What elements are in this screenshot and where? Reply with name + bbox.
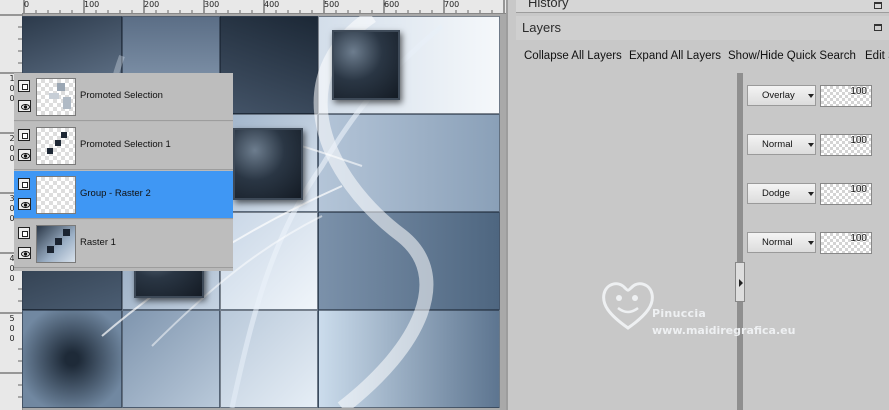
layer-row[interactable]: Promoted Selection — [14, 73, 233, 121]
blend-mode-value: Dodge — [762, 188, 790, 199]
layer-group-icon[interactable] — [18, 178, 30, 190]
layer-row[interactable]: Raster 1 — [14, 220, 233, 268]
opacity-value: 100 — [850, 135, 867, 146]
history-panel-header[interactable]: History — [516, 0, 889, 13]
ruler-ticks — [23, 0, 505, 13]
sparkle-square — [332, 30, 400, 100]
history-title: History — [528, 0, 569, 10]
layer-name: Promoted Selection — [80, 90, 163, 101]
layers-toolbar: Collapse All Layers Expand All Layers Sh… — [516, 44, 889, 68]
opacity-value: 100 — [850, 86, 867, 97]
layer-thumbnail — [36, 176, 76, 214]
layer-thumbnail-art — [49, 83, 71, 109]
layer-thumbnail-art — [47, 132, 67, 154]
layer-thumbnail-art — [47, 229, 70, 253]
canvas-tile — [220, 212, 318, 310]
layer-group-icon[interactable] — [18, 227, 30, 239]
blend-mode-value: Normal — [762, 139, 793, 150]
layer-name: Group - Raster 2 — [80, 188, 151, 199]
canvas-tile — [220, 16, 318, 114]
opacity-field[interactable]: 100 — [820, 232, 872, 254]
dropdown-arrow-icon — [808, 143, 814, 147]
edit-selection-button[interactable]: Edit S — [865, 50, 889, 62]
layers-panel-header[interactable]: Layers — [516, 16, 889, 40]
blend-mode-dropdown[interactable]: Overlay — [747, 85, 816, 106]
visibility-eye-icon[interactable] — [18, 247, 31, 259]
opacity-field[interactable]: 100 — [820, 183, 872, 205]
layer-name: Raster 1 — [80, 237, 116, 248]
canvas-tile — [122, 310, 220, 408]
sparkle-square — [233, 128, 303, 200]
collapse-all-layers-button[interactable]: Collapse All Layers — [524, 50, 622, 62]
blend-mode-value: Normal — [762, 237, 793, 248]
canvas-tile — [318, 310, 500, 408]
canvas-tile — [22, 310, 122, 408]
maximize-icon[interactable] — [874, 2, 882, 9]
layer-properties-row: Overlay 100 — [745, 73, 889, 121]
layer-row[interactable]: Promoted Selection 1 — [14, 122, 233, 170]
horizontal-ruler: 0 100 200 300 400 500 600 700 — [22, 0, 506, 14]
visibility-eye-icon[interactable] — [18, 100, 31, 112]
blend-mode-dropdown[interactable]: Dodge — [747, 183, 816, 204]
layer-properties-row: Normal 100 — [745, 220, 889, 268]
canvas-tile — [318, 212, 500, 310]
canvas-tile — [318, 114, 500, 212]
watermark: Pinuccia www.maidiregrafica.eu — [598, 276, 828, 346]
visibility-eye-icon[interactable] — [18, 198, 31, 210]
layer-row-selected[interactable]: Group - Raster 2 — [14, 171, 233, 219]
blend-mode-dropdown[interactable]: Normal — [747, 134, 816, 155]
quick-search-toggle-button[interactable]: Show/Hide Quick Search — [728, 50, 856, 62]
layer-list: Promoted Selection Promoted Selection 1 … — [14, 73, 233, 271]
expand-all-layers-button[interactable]: Expand All Layers — [629, 50, 721, 62]
visibility-eye-icon[interactable] — [18, 149, 31, 161]
watermark-name: Pinuccia — [652, 307, 707, 320]
watermark-url: www.maidiregrafica.eu — [652, 324, 796, 337]
layer-name: Promoted Selection 1 — [80, 139, 171, 150]
blend-mode-value: Overlay — [762, 90, 795, 101]
layer-properties-row: Normal 100 — [745, 122, 889, 170]
layer-group-icon[interactable] — [18, 80, 30, 92]
opacity-field[interactable]: 100 — [820, 134, 872, 156]
panel-splitter[interactable] — [737, 73, 743, 410]
layer-properties-row: Dodge 100 — [745, 171, 889, 219]
layer-thumbnail — [36, 225, 76, 263]
opacity-field[interactable]: 100 — [820, 85, 872, 107]
dropdown-arrow-icon — [808, 94, 814, 98]
blend-mode-dropdown[interactable]: Normal — [747, 232, 816, 253]
layers-title: Layers — [522, 20, 562, 35]
layer-group-icon[interactable] — [18, 129, 30, 141]
dropdown-arrow-icon — [808, 241, 814, 245]
dropdown-arrow-icon — [808, 192, 814, 196]
maximize-icon[interactable] — [874, 24, 882, 31]
layer-thumbnail — [36, 127, 76, 165]
opacity-value: 100 — [850, 184, 867, 195]
opacity-value: 100 — [850, 233, 867, 244]
layer-thumbnail — [36, 78, 76, 116]
ruler-corner — [0, 0, 23, 14]
heart-logo-icon — [602, 282, 654, 330]
canvas-tile — [220, 310, 318, 408]
